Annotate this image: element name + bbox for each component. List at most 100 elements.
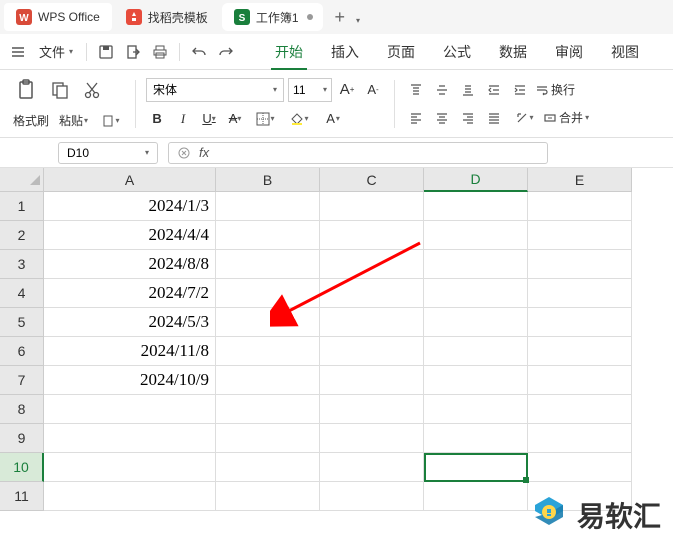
- copy-button[interactable]: [46, 78, 74, 102]
- align-center-button[interactable]: [431, 107, 453, 129]
- cell-A4[interactable]: 2024/7/2: [44, 279, 216, 308]
- clipboard-more-button[interactable]: ▾: [95, 110, 125, 132]
- menu-hamburger-icon[interactable]: [6, 40, 30, 64]
- cell-C6[interactable]: [320, 337, 424, 366]
- cell-B8[interactable]: [216, 395, 320, 424]
- cell-D4[interactable]: [424, 279, 528, 308]
- increase-indent-button[interactable]: [509, 79, 531, 101]
- col-header-C[interactable]: C: [320, 168, 424, 192]
- row-header-11[interactable]: 11: [0, 482, 44, 511]
- row-header-8[interactable]: 8: [0, 395, 44, 424]
- row-header-10[interactable]: 10: [0, 453, 44, 482]
- cell-B9[interactable]: [216, 424, 320, 453]
- cell-E6[interactable]: [528, 337, 632, 366]
- tab-page[interactable]: 页面: [373, 34, 429, 70]
- new-tab-button[interactable]: + ▾: [325, 7, 371, 28]
- cell-B5[interactable]: [216, 308, 320, 337]
- col-header-E[interactable]: E: [528, 168, 632, 192]
- cell-D1[interactable]: [424, 192, 528, 221]
- tab-review[interactable]: 审阅: [541, 34, 597, 70]
- tab-formula[interactable]: 公式: [429, 34, 485, 70]
- cell-A5[interactable]: 2024/5/3: [44, 308, 216, 337]
- increase-font-button[interactable]: A+: [336, 79, 358, 101]
- italic-button[interactable]: I: [172, 108, 194, 130]
- cell-E1[interactable]: [528, 192, 632, 221]
- align-middle-button[interactable]: [431, 79, 453, 101]
- font-size-select[interactable]: 11▾: [288, 78, 332, 102]
- cell-C2[interactable]: [320, 221, 424, 250]
- export-icon[interactable]: [121, 40, 145, 64]
- cell-D6[interactable]: [424, 337, 528, 366]
- cell-D7[interactable]: [424, 366, 528, 395]
- row-header-7[interactable]: 7: [0, 366, 44, 395]
- cell-A10[interactable]: [44, 453, 216, 482]
- row-header-1[interactable]: 1: [0, 192, 44, 221]
- tab-view[interactable]: 视图: [597, 34, 653, 70]
- cell-A11[interactable]: [44, 482, 216, 511]
- decrease-font-button[interactable]: A-: [362, 79, 384, 101]
- cell-B4[interactable]: [216, 279, 320, 308]
- cell-D2[interactable]: [424, 221, 528, 250]
- cell-A7[interactable]: 2024/10/9: [44, 366, 216, 395]
- app-tab-wps[interactable]: W WPS Office: [4, 3, 112, 31]
- cell-D11[interactable]: [424, 482, 528, 511]
- print-icon[interactable]: [148, 40, 172, 64]
- row-header-6[interactable]: 6: [0, 337, 44, 366]
- tab-data[interactable]: 数据: [485, 34, 541, 70]
- cell-A8[interactable]: [44, 395, 216, 424]
- cancel-icon[interactable]: [177, 146, 191, 160]
- cell-E2[interactable]: [528, 221, 632, 250]
- cut-button[interactable]: [78, 78, 106, 102]
- cell-C5[interactable]: [320, 308, 424, 337]
- cell-B6[interactable]: [216, 337, 320, 366]
- paste-button[interactable]: 粘贴▾: [56, 110, 91, 132]
- cell-C8[interactable]: [320, 395, 424, 424]
- align-left-button[interactable]: [405, 107, 427, 129]
- cell-C10[interactable]: [320, 453, 424, 482]
- align-bottom-button[interactable]: [457, 79, 479, 101]
- strike-button[interactable]: A▾: [224, 108, 246, 130]
- align-right-button[interactable]: [457, 107, 479, 129]
- justify-button[interactable]: [483, 107, 505, 129]
- tab-home[interactable]: 开始: [261, 34, 317, 70]
- cell-B11[interactable]: [216, 482, 320, 511]
- align-top-button[interactable]: [405, 79, 427, 101]
- cell-E8[interactable]: [528, 395, 632, 424]
- underline-button[interactable]: U▾: [198, 108, 220, 130]
- row-header-9[interactable]: 9: [0, 424, 44, 453]
- file-menu[interactable]: 文件 ▾: [33, 42, 79, 61]
- cell-E4[interactable]: [528, 279, 632, 308]
- cell-C9[interactable]: [320, 424, 424, 453]
- cell-A3[interactable]: 2024/8/8: [44, 250, 216, 279]
- select-all-corner[interactable]: [0, 168, 44, 192]
- cell-B1[interactable]: [216, 192, 320, 221]
- undo-icon[interactable]: [187, 40, 211, 64]
- cell-C3[interactable]: [320, 250, 424, 279]
- cell-C11[interactable]: [320, 482, 424, 511]
- orientation-button[interactable]: ▾: [509, 107, 539, 129]
- format-brush-button[interactable]: 格式刷: [10, 110, 52, 132]
- cell-D9[interactable]: [424, 424, 528, 453]
- border-button[interactable]: ▾: [250, 108, 280, 130]
- col-header-D[interactable]: D: [424, 168, 528, 192]
- cell-A1[interactable]: 2024/1/3: [44, 192, 216, 221]
- bold-button[interactable]: B: [146, 108, 168, 130]
- cell-E3[interactable]: [528, 250, 632, 279]
- cell-E5[interactable]: [528, 308, 632, 337]
- cells-area[interactable]: 2024/1/3 2024/4/4 2024/8/8 2024/7/2 2024…: [44, 192, 673, 511]
- cell-B7[interactable]: [216, 366, 320, 395]
- cell-C7[interactable]: [320, 366, 424, 395]
- decrease-indent-button[interactable]: [483, 79, 505, 101]
- cell-D8[interactable]: [424, 395, 528, 424]
- row-header-4[interactable]: 4: [0, 279, 44, 308]
- row-header-3[interactable]: 3: [0, 250, 44, 279]
- cell-B3[interactable]: [216, 250, 320, 279]
- col-header-A[interactable]: A: [44, 168, 216, 192]
- col-header-B[interactable]: B: [216, 168, 320, 192]
- cell-A9[interactable]: [44, 424, 216, 453]
- row-header-2[interactable]: 2: [0, 221, 44, 250]
- cell-D10[interactable]: [424, 453, 528, 482]
- cell-B2[interactable]: [216, 221, 320, 250]
- font-select[interactable]: 宋体▾: [146, 78, 284, 102]
- fill-color-button[interactable]: ▾: [284, 108, 314, 130]
